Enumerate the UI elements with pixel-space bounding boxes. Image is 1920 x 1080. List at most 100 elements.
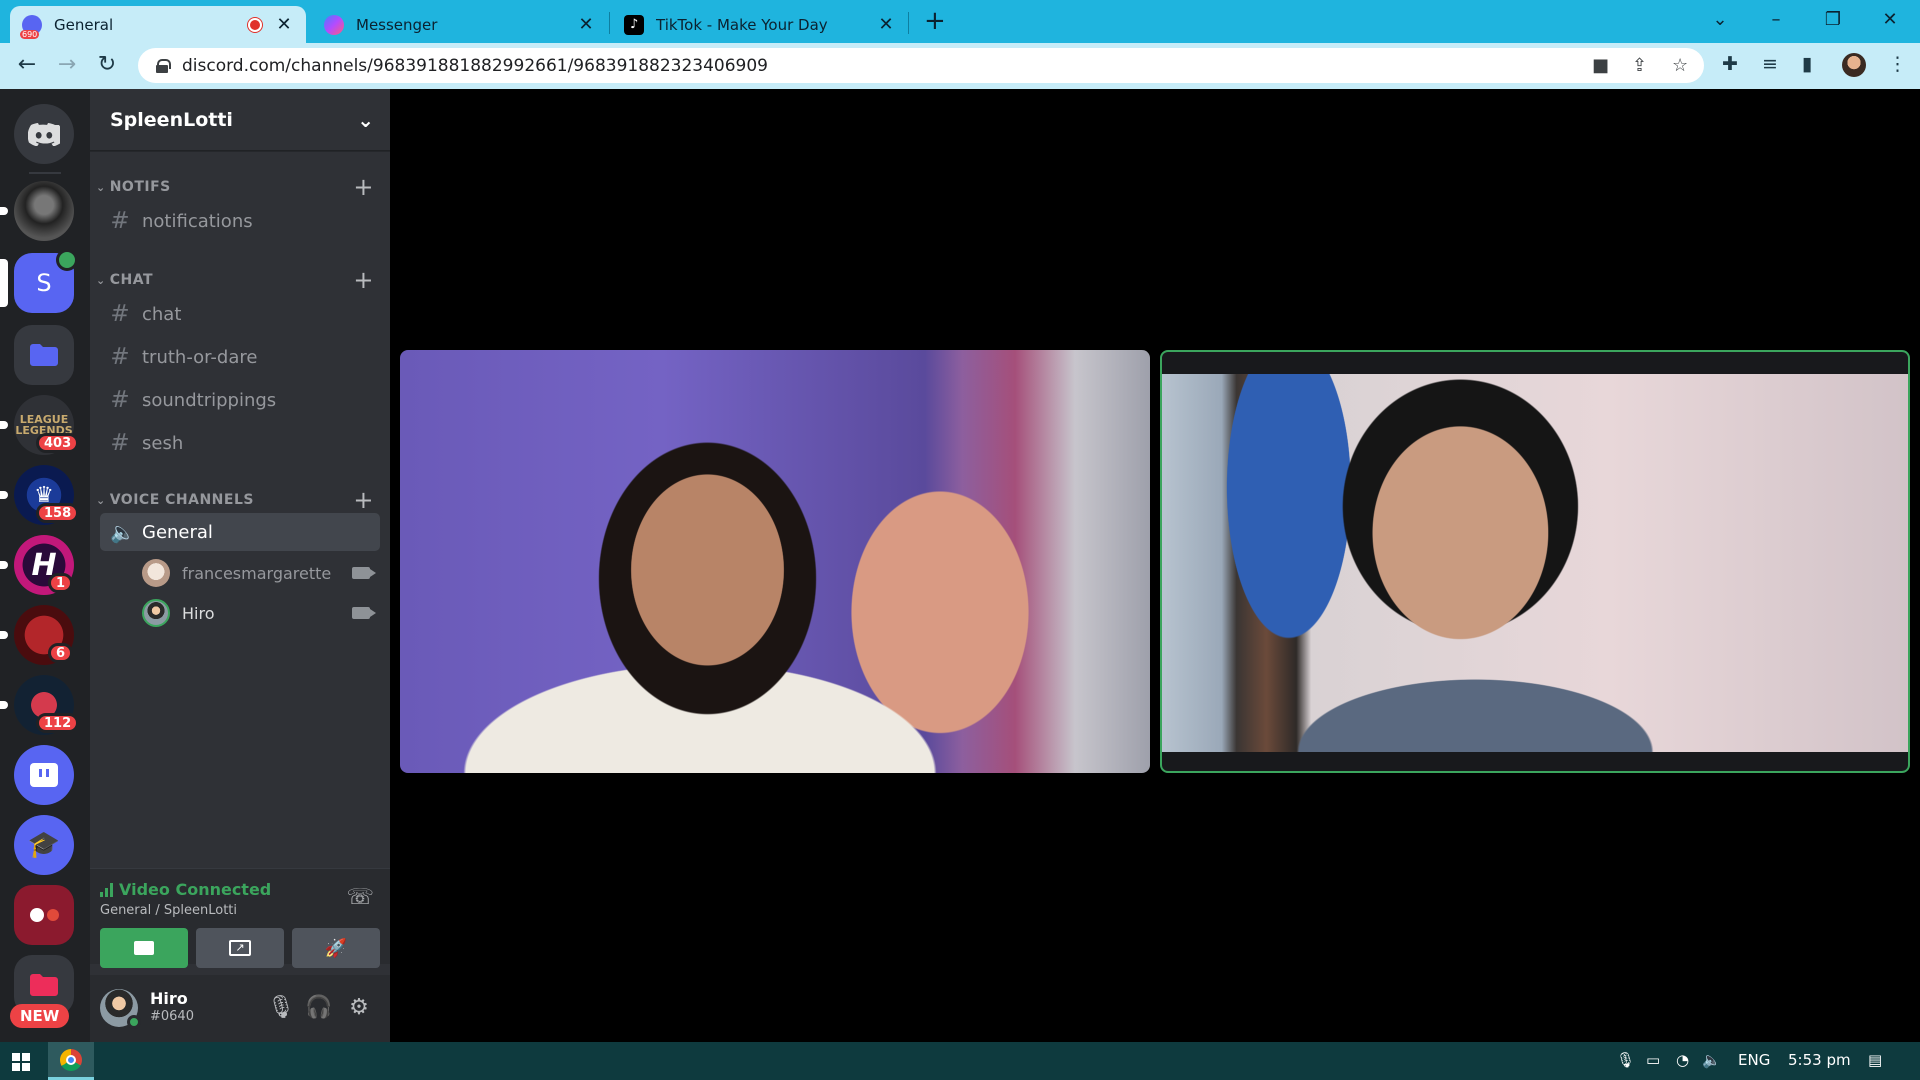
wifi-icon[interactable]: ◔ xyxy=(1676,1051,1689,1069)
server-icon-student-hub[interactable]: 🎓 xyxy=(14,815,74,875)
video-tile-hiro[interactable] xyxy=(1160,350,1910,773)
text-channel-icon: # xyxy=(110,208,130,234)
channel-truth-or-dare[interactable]: # truth-or-dare xyxy=(100,338,380,376)
discord-favicon: 690 xyxy=(20,14,42,39)
camera-in-use-icon[interactable]: ■ xyxy=(1592,55,1609,76)
close-window-button[interactable]: ✕ xyxy=(1867,6,1913,34)
tab-separator xyxy=(609,12,610,34)
video-call-stage xyxy=(390,89,1920,1042)
category-notifs[interactable]: ⌄ NOTIFS + xyxy=(96,173,374,201)
browser-toolbar: ← → ↻ discord.com/channels/9683918818829… xyxy=(0,43,1920,89)
text-channel-icon: # xyxy=(110,344,130,370)
browser-tab-bar: 690 General ✕ Messenger ✕ ♪ TikTok - Mak… xyxy=(0,0,1920,43)
language-indicator[interactable]: ENG xyxy=(1738,1051,1770,1069)
category-chat[interactable]: ⌄ CHAT + xyxy=(96,266,374,294)
online-status-icon xyxy=(127,1015,141,1029)
clock[interactable]: 5:53 pm xyxy=(1788,1051,1851,1069)
close-tab-icon[interactable]: ✕ xyxy=(274,14,294,35)
unread-pill xyxy=(0,631,8,639)
tab-discord-general[interactable]: 690 General ✕ xyxy=(10,6,306,43)
tab-tiktok[interactable]: ♪ TikTok - Make Your Day ✕ xyxy=(612,6,908,43)
mention-badge: 403 xyxy=(36,433,80,453)
back-button[interactable]: ← xyxy=(12,51,42,79)
text-channel-icon: # xyxy=(110,387,130,413)
server-header[interactable]: SpleenLotti ⌄ xyxy=(90,89,390,151)
headphones-icon[interactable]: 🎧 xyxy=(304,995,334,1020)
video-active-icon xyxy=(56,249,78,271)
new-tab-button[interactable]: + xyxy=(924,7,946,35)
video-camera-icon xyxy=(134,941,154,955)
address-bar[interactable]: discord.com/channels/968391881882992661/… xyxy=(138,48,1704,83)
windows-taskbar: 🎙 ▭ ◔ 🔈 ENG 5:53 pm ▤ xyxy=(0,1042,1920,1080)
side-panel-icon[interactable]: ▮ xyxy=(1802,53,1812,75)
mention-badge: 158 xyxy=(36,503,80,523)
notifications-icon[interactable]: ▤ xyxy=(1868,1051,1882,1069)
create-channel-icon[interactable]: + xyxy=(353,266,374,294)
tab-messenger[interactable]: Messenger ✕ xyxy=(312,6,608,43)
unread-pill xyxy=(0,421,8,429)
channel-notifications[interactable]: # notifications xyxy=(100,202,380,240)
extensions-icon[interactable]: ✚ xyxy=(1722,53,1738,75)
channel-chat[interactable]: # chat xyxy=(100,295,380,333)
messenger-favicon xyxy=(324,14,344,35)
volume-icon[interactable]: 🔈 xyxy=(1702,1051,1721,1069)
server-folder[interactable] xyxy=(14,325,74,385)
close-tab-icon[interactable]: ✕ xyxy=(576,14,596,35)
restore-button[interactable]: ❐ xyxy=(1810,6,1856,34)
disconnect-icon[interactable]: ☏ xyxy=(346,885,374,910)
media-control-icon[interactable]: ≡ xyxy=(1762,53,1778,75)
video-feed xyxy=(1162,374,1908,752)
server-divider xyxy=(29,172,61,174)
channel-sesh[interactable]: # sesh xyxy=(100,424,380,462)
chevron-down-icon: ⌄ xyxy=(96,180,106,194)
voice-location[interactable]: General / SpleenLotti xyxy=(100,903,237,918)
activities-button[interactable]: 🚀 xyxy=(292,928,380,968)
microphone-icon[interactable]: 🎙 xyxy=(266,995,296,1020)
close-tab-icon[interactable]: ✕ xyxy=(876,14,896,35)
battery-icon[interactable]: ▭ xyxy=(1646,1051,1660,1069)
tab-separator xyxy=(908,12,909,34)
channel-sidebar: SpleenLotti ⌄ ⌄ NOTIFS + # notifications… xyxy=(90,89,390,1042)
voice-user-francesmargarette[interactable]: francesmargarette xyxy=(142,556,376,590)
taskbar-chrome[interactable] xyxy=(48,1042,94,1080)
server-list: S LEAGUE LEGENDS 403 ♛ 158 H 1 6 112 🎓 N… xyxy=(0,89,90,1042)
server-icon-dark[interactable] xyxy=(14,181,74,241)
gear-icon[interactable]: ⚙ xyxy=(344,995,374,1020)
camera-toggle-button[interactable] xyxy=(100,928,188,968)
voice-user-hiro[interactable]: Hiro xyxy=(142,596,376,630)
forward-button[interactable]: → xyxy=(52,51,82,79)
server-folder-red[interactable] xyxy=(14,885,74,945)
share-icon[interactable]: ⇪ xyxy=(1632,55,1647,76)
text-channel-icon: # xyxy=(110,430,130,456)
channel-soundtrippings[interactable]: # soundtrippings xyxy=(100,381,380,419)
category-voice-channels[interactable]: ⌄ VOICE CHANNELS + xyxy=(96,486,374,514)
tab-search-button[interactable]: ⌄ xyxy=(1697,6,1743,34)
more-menu-icon[interactable]: ⋮ xyxy=(1888,53,1907,75)
recording-indicator-icon xyxy=(248,17,262,32)
speaker-icon: 🔈 xyxy=(110,520,135,544)
avatar xyxy=(142,599,170,627)
video-tile-francesmargarette[interactable] xyxy=(400,350,1150,773)
profile-avatar[interactable] xyxy=(1842,53,1866,77)
avatar[interactable] xyxy=(100,989,141,1029)
voice-status[interactable]: Video Connected xyxy=(100,880,271,899)
create-channel-icon[interactable]: + xyxy=(353,173,374,201)
chrome-icon xyxy=(60,1048,82,1071)
selected-pill xyxy=(0,259,8,307)
avatar xyxy=(142,559,170,587)
windows-start-icon[interactable] xyxy=(12,1053,30,1071)
mention-badge: 6 xyxy=(48,643,74,663)
bookmark-star-icon[interactable]: ☆ xyxy=(1672,55,1688,76)
server-icon-twitch-bot[interactable] xyxy=(14,745,74,805)
reload-button[interactable]: ↻ xyxy=(92,51,122,79)
minimize-button[interactable]: – xyxy=(1753,6,1799,34)
discord-home-button[interactable] xyxy=(14,104,74,164)
voice-channel-general[interactable]: 🔈 General xyxy=(100,513,380,551)
microphone-icon[interactable]: 🎙 xyxy=(1616,1051,1635,1069)
server-spleenlotti[interactable]: S xyxy=(14,249,78,313)
user-tag: #0640 xyxy=(150,1009,194,1024)
create-channel-icon[interactable]: + xyxy=(353,486,374,514)
user-panel: Hiro #0640 🎙 🎧 ⚙ xyxy=(90,975,390,1042)
unread-pill xyxy=(0,491,8,499)
screen-share-button[interactable]: ↗ xyxy=(196,928,284,968)
